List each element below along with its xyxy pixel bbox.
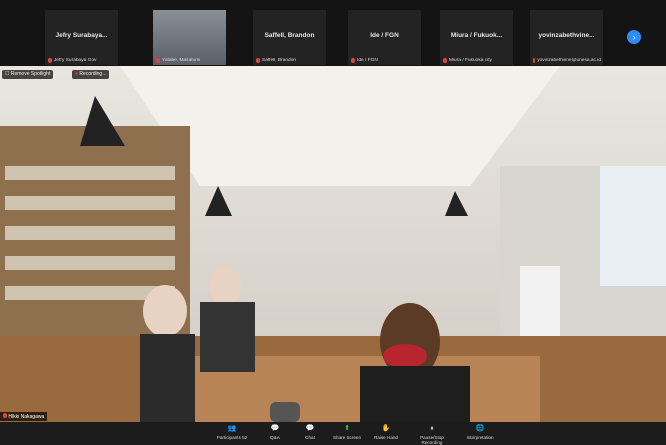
participant-name: yovinzabethvine... <box>538 32 595 39</box>
participant-footer: Yatabe, Masafumi <box>156 58 224 63</box>
participant-tile[interactable]: Miura / Fukuok... Miura / Fukuoka city <box>440 10 513 65</box>
participant-tile[interactable]: Yatabe, Masafumi <box>153 10 226 65</box>
participant-count: 52 <box>242 435 248 440</box>
mic-muted-icon <box>533 58 536 63</box>
speaker-name-label: Hikki Nakagawa <box>0 412 48 421</box>
qa-icon: 💬 <box>270 425 280 432</box>
recording-indicator: ● Recording... <box>72 70 110 79</box>
participant-tile[interactable]: Jefry Surabaya... Jefry Surabaya Gov <box>45 10 118 65</box>
toolbar-label: Chat <box>305 435 315 440</box>
participant-name: Saffell, Brandon <box>264 32 315 39</box>
participant-label: Saffell, Brandon <box>262 58 297 63</box>
qa-button[interactable]: 💬 Q&A <box>255 423 295 440</box>
participant-name: Jefry Surabaya... <box>55 32 108 39</box>
participants-icon: 👥 <box>227 425 237 432</box>
participant-tile[interactable]: yovinzabethvine... yovinzabethvine@unesa.… <box>530 10 603 65</box>
mic-muted-icon <box>443 58 447 63</box>
interpretation-icon: 🌐 <box>475 425 485 432</box>
meeting-toolbar: 👥 Participants 52 💬 Q&A 💬 Chat ⬆ Share Screen ✋ R… <box>0 422 666 445</box>
chat-button[interactable]: 💬 Chat <box>290 423 330 440</box>
share-screen-button[interactable]: ⬆ Share Screen <box>327 423 367 440</box>
pause-recording-button[interactable]: ⏸ Pause/Stop Recording <box>412 423 452 445</box>
toolbar-label: Participants <box>216 435 241 440</box>
participants-button[interactable]: 👥 Participants 52 <box>212 423 252 440</box>
mic-muted-icon <box>351 58 355 63</box>
participant-footer: Ide / FGN <box>351 58 419 63</box>
raise-hand-button[interactable]: ✋ Raise Hand <box>366 423 406 440</box>
participant-label: Yatabe, Masafumi <box>162 58 201 63</box>
chevron-right-icon: › <box>632 32 636 42</box>
participant-label: yovinzabethvine@unesa.ac.id <box>537 58 601 63</box>
interpretation-button[interactable]: 🌐 Interpretation <box>460 423 500 440</box>
spotlight-video <box>0 66 666 422</box>
toolbar-label: Interpretation <box>466 435 494 440</box>
participant-footer: Saffell, Brandon <box>256 58 324 63</box>
pause-recording-icon: ⏸ <box>430 425 434 432</box>
mic-muted-icon <box>156 58 160 63</box>
toolbar-label: Share Screen <box>332 435 362 440</box>
participant-tile[interactable]: Saffell, Brandon Saffell, Brandon <box>253 10 326 65</box>
participant-footer: Miura / Fukuoka city <box>443 58 511 63</box>
participant-label: Ide / FGN <box>357 58 378 63</box>
participant-name: Miura / Fukuok... <box>450 32 503 39</box>
raise-hand-icon: ✋ <box>381 425 391 432</box>
participant-tile[interactable]: Ide / FGN Ide / FGN <box>348 10 421 65</box>
participant-label: Miura / Fukuoka city <box>449 58 492 63</box>
participant-label: Jefry Surabaya Gov <box>54 58 97 63</box>
mic-muted-icon <box>256 58 260 63</box>
chat-icon: 💬 <box>305 425 315 432</box>
remove-spotlight-button[interactable]: ☐ Remove Spotlight <box>2 70 54 79</box>
participant-strip: Jefry Surabaya... Jefry Surabaya Gov Yatab… <box>0 0 666 66</box>
next-page-button[interactable]: › <box>627 30 641 44</box>
participant-footer: Jefry Surabaya Gov <box>48 58 116 63</box>
toolbar-label: Q&A <box>270 435 280 440</box>
participant-footer: yovinzabethvine@unesa.ac.id <box>533 58 601 63</box>
participant-name: Ide / FGN <box>370 32 399 39</box>
mic-muted-icon <box>3 413 7 418</box>
mic-muted-icon <box>48 58 52 63</box>
recording-icon: ● <box>75 71 79 77</box>
toolbar-label: Raise Hand <box>373 435 398 440</box>
share-screen-icon: ⬆ <box>344 425 350 432</box>
